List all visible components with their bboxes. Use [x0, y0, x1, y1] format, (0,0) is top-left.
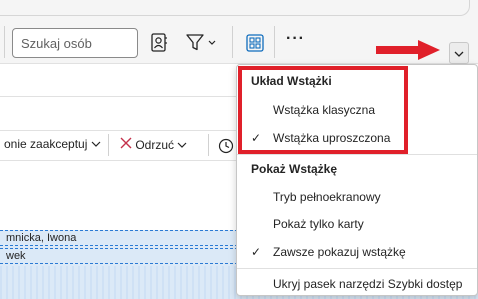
menu-heading-show-ribbon: Pokaż Wstążkę — [251, 162, 338, 176]
layout-grid-icon[interactable] — [246, 34, 264, 52]
menu-separator — [237, 154, 477, 155]
decline-x-icon — [120, 137, 132, 149]
chevron-down-icon — [454, 51, 464, 57]
menu-item-hide-quick-access-toolbar[interactable]: Ukryj pasek narzędzi Szybki dostęp — [273, 277, 462, 291]
red-highlight-annotation — [238, 66, 408, 154]
ribbon-separator — [4, 26, 5, 58]
event-row-text: wek — [6, 250, 26, 262]
checkmark-icon: ✓ — [251, 245, 262, 259]
decline-button[interactable]: Odrzuć — [120, 137, 187, 152]
chevron-down-icon — [177, 142, 187, 148]
ribbon-separator — [232, 26, 233, 58]
decline-label: Odrzuć — [135, 138, 175, 152]
event-row-text: mnicka, Iwona — [6, 232, 77, 244]
menu-item-always-show-ribbon[interactable]: Zawsze pokazuj wstążkę — [273, 245, 406, 259]
tentative-button[interactable]: onie zaakceptuj — [4, 137, 101, 151]
search-people-input[interactable] — [12, 28, 138, 58]
more-options-button[interactable]: ··· — [286, 30, 305, 48]
menu-separator — [237, 268, 477, 269]
content-divider — [0, 96, 236, 97]
clock-icon[interactable] — [218, 138, 234, 154]
ribbon-display-options-button[interactable] — [449, 42, 469, 64]
tentative-label: onie zaakceptuj — [4, 137, 88, 151]
content-divider — [0, 160, 236, 161]
menu-item-show-tabs-only[interactable]: Pokaż tylko karty — [273, 217, 364, 231]
ribbon-top-border — [0, 0, 470, 16]
chevron-down-icon — [91, 141, 101, 147]
action-separator — [208, 134, 209, 156]
address-book-icon[interactable] — [150, 33, 168, 53]
menu-item-fullscreen[interactable]: Tryb pełnoekranowy — [273, 190, 381, 204]
action-separator — [108, 134, 109, 156]
ribbon-separator — [274, 26, 275, 58]
filter-icon[interactable] — [186, 34, 220, 52]
red-arrow-annotation — [376, 40, 440, 60]
